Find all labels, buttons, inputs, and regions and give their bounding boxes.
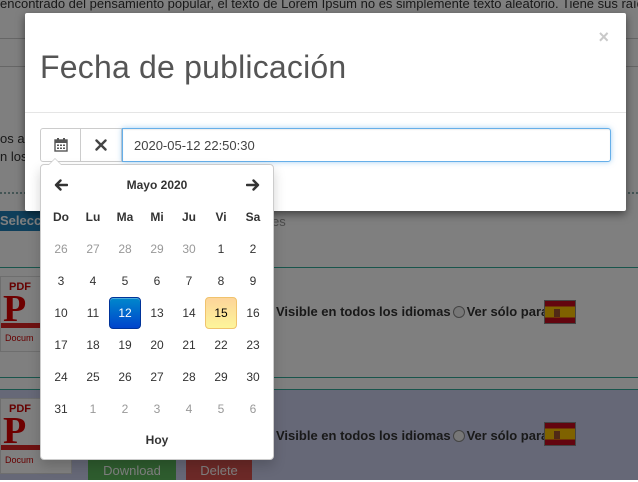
calendar-day[interactable]: 29 bbox=[205, 361, 237, 393]
calendar-day[interactable]: 11 bbox=[77, 297, 109, 329]
datepicker-popup: Mayo 2020 Do Lu Ma Mi Ju Vi Sa 26 27 28 29 30 1 2 3 4 5 6… bbox=[40, 158, 274, 460]
calendar-day-other-month[interactable]: 26 bbox=[45, 233, 77, 265]
calendar-day[interactable]: 26 bbox=[109, 361, 141, 393]
calendar-day[interactable]: 4 bbox=[77, 265, 109, 297]
calendar-day[interactable]: 27 bbox=[141, 361, 173, 393]
calendar-day[interactable]: 25 bbox=[77, 361, 109, 393]
calendar-day-other-month[interactable]: 6 bbox=[237, 393, 269, 425]
calendar-day-other-month[interactable]: 27 bbox=[77, 233, 109, 265]
weekday-header: Ju bbox=[181, 210, 196, 224]
month-year-label[interactable]: Mayo 2020 bbox=[85, 178, 229, 192]
arrow-right-icon bbox=[246, 179, 260, 191]
calendar-day[interactable]: 20 bbox=[141, 329, 173, 361]
calendar-day[interactable]: 28 bbox=[173, 361, 205, 393]
calendar-day[interactable]: 5 bbox=[109, 265, 141, 297]
calendar-day[interactable]: 19 bbox=[109, 329, 141, 361]
clear-x-icon bbox=[95, 139, 107, 151]
calendar-day-other-month[interactable]: 4 bbox=[173, 393, 205, 425]
calendar-day[interactable]: 10 bbox=[45, 297, 77, 329]
calendar-day[interactable]: 8 bbox=[205, 265, 237, 297]
calendar-day[interactable]: 14 bbox=[173, 297, 205, 329]
calendar-button[interactable] bbox=[40, 128, 81, 162]
calendar-day-other-month[interactable]: 30 bbox=[173, 233, 205, 265]
calendar-day[interactable]: 16 bbox=[237, 297, 269, 329]
calendar-day-other-month[interactable]: 5 bbox=[205, 393, 237, 425]
calendar-day[interactable]: 13 bbox=[141, 297, 173, 329]
calendar-day[interactable]: 21 bbox=[173, 329, 205, 361]
calendar-day-other-month[interactable]: 1 bbox=[77, 393, 109, 425]
clear-date-button[interactable] bbox=[81, 128, 122, 162]
modal-title: Fecha de publicación bbox=[40, 49, 347, 85]
calendar-day[interactable]: 24 bbox=[45, 361, 77, 393]
calendar-grid: Do Lu Ma Mi Ju Vi Sa 26 27 28 29 30 1 2 3 4 5 6 7 8 9 10 11 12 1… bbox=[45, 201, 269, 425]
weekday-header: Do bbox=[53, 210, 69, 224]
calendar-day[interactable]: 6 bbox=[141, 265, 173, 297]
calendar-day-today[interactable]: 15 bbox=[205, 297, 237, 329]
calendar-day[interactable]: 9 bbox=[237, 265, 269, 297]
previous-month-button[interactable] bbox=[45, 173, 77, 197]
calendar-day-other-month[interactable]: 28 bbox=[109, 233, 141, 265]
weekday-header: Lu bbox=[85, 210, 101, 224]
close-button[interactable]: × bbox=[598, 27, 609, 48]
next-month-button[interactable] bbox=[237, 173, 269, 197]
calendar-day[interactable]: 17 bbox=[45, 329, 77, 361]
today-button[interactable]: Hoy bbox=[45, 425, 269, 455]
datepicker-header: Mayo 2020 bbox=[45, 169, 269, 201]
arrow-left-icon bbox=[54, 179, 68, 191]
weekday-header: Sa bbox=[245, 210, 261, 224]
calendar-day-other-month[interactable]: 2 bbox=[109, 393, 141, 425]
calendar-day[interactable]: 18 bbox=[77, 329, 109, 361]
date-input-group bbox=[40, 128, 611, 162]
calendar-day[interactable]: 30 bbox=[237, 361, 269, 393]
calendar-day[interactable]: 1 bbox=[205, 233, 237, 265]
calendar-day[interactable]: 23 bbox=[237, 329, 269, 361]
modal-header: Fecha de publicación × bbox=[25, 13, 626, 113]
calendar-day-other-month[interactable]: 3 bbox=[141, 393, 173, 425]
calendar-day[interactable]: 31 bbox=[45, 393, 77, 425]
calendar-day[interactable]: 7 bbox=[173, 265, 205, 297]
weekday-header: Vi bbox=[215, 210, 227, 224]
calendar-icon bbox=[53, 138, 68, 152]
weekday-header: Mi bbox=[150, 210, 164, 224]
calendar-day[interactable]: 22 bbox=[205, 329, 237, 361]
weekday-header: Ma bbox=[116, 210, 134, 224]
calendar-day-other-month[interactable]: 29 bbox=[141, 233, 173, 265]
calendar-day-selected[interactable]: 12 bbox=[109, 297, 141, 329]
calendar-day[interactable]: 2 bbox=[237, 233, 269, 265]
calendar-day[interactable]: 3 bbox=[45, 265, 77, 297]
publication-date-input[interactable] bbox=[122, 128, 611, 162]
